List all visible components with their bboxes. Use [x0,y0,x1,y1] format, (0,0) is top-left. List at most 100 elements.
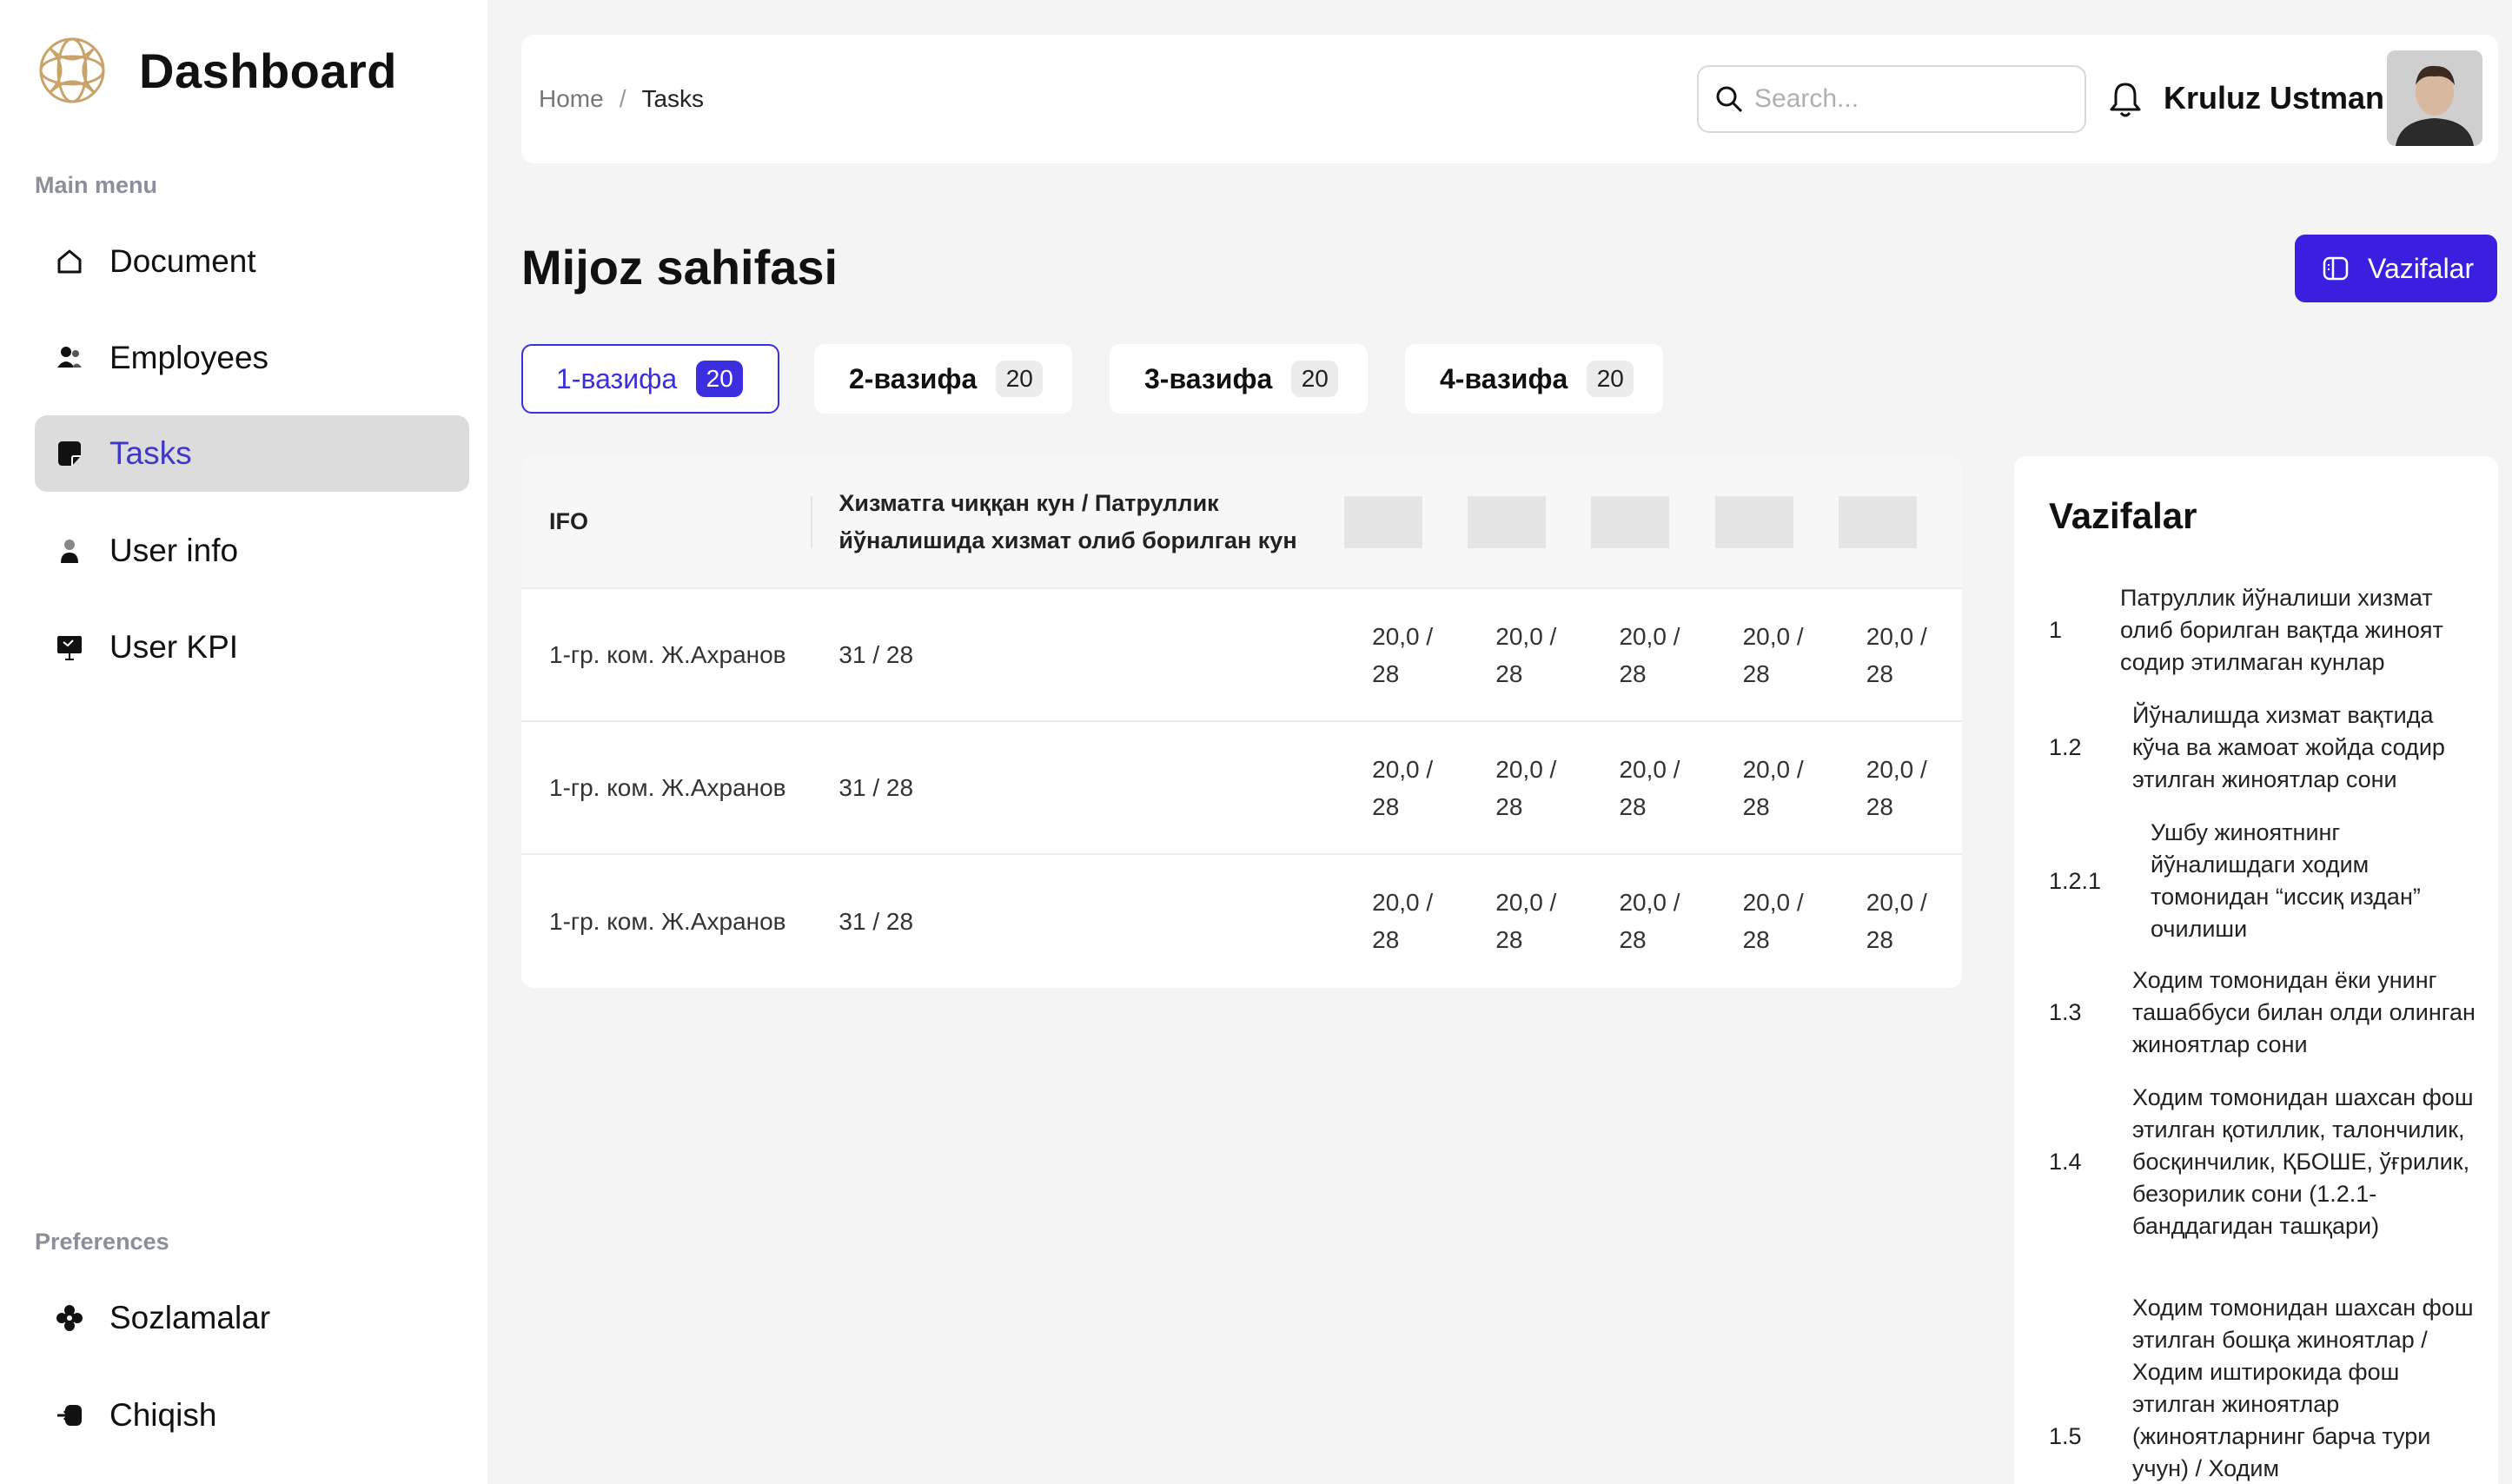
users-icon [54,342,85,374]
cell-value: 20,0 / 28 [1742,622,1804,687]
sidebar-item-chiqish[interactable]: Chiqish [35,1377,469,1454]
vazifalar-button[interactable]: Vazifalar [2295,235,2497,302]
column-header-1-1[interactable]: 1.1 [1344,456,1468,588]
topbar: Home / Tasks Kruluz Ustman [521,35,2498,163]
item-number: 1.2.1 [2049,867,2102,894]
search-input[interactable] [1754,84,2067,114]
column-divider [1714,496,1793,548]
tab-label: 1-вазифа [556,362,678,394]
panel-list-item: 1.2.1 Ушбу жиноятнинг йўналишдаги ходим … [2049,817,2483,945]
table-row[interactable]: 1-гр. ком. Ж.Ахранов 31 / 28 20,0 / 28 2… [521,854,1962,987]
sidebar-item-document[interactable]: Document [35,223,469,300]
cell-value: 20,0 / 28 [1495,889,1557,953]
item-text: Патруллик йўналиши хизмат олиб борилган … [2120,585,2443,675]
cell-value: 20,0 / 28 [1866,889,1927,953]
tab-count-badge: 20 [696,361,744,397]
tab-label: 2-вазифа [849,362,978,394]
tab-2-vazifa[interactable]: 2-вазифа 20 [814,344,1072,414]
sidebar-item-label: Chiqish [109,1397,217,1433]
sidebar-item-label: Document [109,243,256,279]
tab-3-vazifa[interactable]: 3-вазифа 20 [1110,344,1368,414]
item-number: 1.3 [2049,999,2082,1025]
tasks-icon [54,438,85,469]
column-header-1-2[interactable]: 1.2 [1468,456,1591,588]
sidebar-item-user-kpi[interactable]: User KPI [35,609,469,686]
cell-ifo: 1-гр. ком. Ж.Ахранов [549,774,786,801]
avatar[interactable] [2387,50,2482,146]
panel-title: Vazifalar [2049,495,2197,536]
tab-label: 3-вазифа [1144,362,1273,394]
cell-value: 20,0 / 28 [1372,622,1434,687]
cell-value: 20,0 / 28 [1866,755,1927,820]
breadcrumb-current: Tasks [641,85,705,112]
column-divider [811,496,813,548]
tab-label: 4-вазифа [1440,362,1568,394]
bell-icon[interactable] [2107,80,2144,120]
logout-icon [54,1400,85,1431]
main-menu-heading: Main menu [35,172,158,198]
sidebar-item-user-info[interactable]: User info [35,513,469,589]
sidebar-item-label: Sozlamalar [109,1300,271,1335]
tab-count-badge: 20 [1587,361,1634,397]
sidebar-item-label: Employees [109,340,269,375]
tasks-table-card: IFO Хизматга чиққан кун / Патруллик йўна… [521,456,1962,988]
sidebar-item-employees[interactable]: Employees [35,320,469,396]
table-row[interactable]: 1-гр. ком. Ж.Ахранов 31 / 28 20,0 / 28 2… [521,588,1962,721]
home-icon [54,246,85,277]
table-header-row: IFO Хизматга чиққан кун / Патруллик йўна… [521,456,1962,588]
cell-value: 20,0 / 28 [1619,755,1680,820]
column-header-label: Хизматга чиққан кун / Патруллик йўналиши… [838,489,1297,553]
cell-service-days: 31 / 28 [838,907,914,935]
cell-service-days: 31 / 28 [838,774,914,801]
panel-list-item: 1.4 Ходим томонидан шахсан фош этилган қ… [2049,1082,2483,1242]
tasks-table: IFO Хизматга чиққан кун / Патруллик йўна… [521,456,1962,987]
cell-value: 20,0 / 28 [1619,889,1680,953]
column-header-ifo[interactable]: IFO [521,456,811,588]
tab-1-vazifa[interactable]: 1-вазифа 20 [521,344,779,414]
column-divider [1591,496,1670,548]
item-number: 1 [2049,617,2063,643]
column-header-service-days[interactable]: Хизматга чиққан кун / Патруллик йўналиши… [811,456,1344,588]
gear-icon [54,1302,85,1334]
table-row[interactable]: 1-гр. ком. Ж.Ахранов 31 / 28 20,0 / 28 2… [521,721,1962,854]
user-name[interactable]: Kruluz Ustman [2164,80,2384,116]
sidebar: Dashboard Main menu Document Employees T… [0,0,487,1484]
sidebar-item-label: User info [109,533,239,568]
cell-value: 20,0 / 28 [1495,755,1557,820]
cell-value: 20,0 / 28 [1619,622,1680,687]
column-divider [1468,496,1547,548]
tab-count-badge: 20 [996,361,1044,397]
column-header-1-4[interactable]: 1.4 [1714,456,1839,588]
lotus-logo-icon [39,37,105,103]
page-title: Mijoz sahifasi [521,240,838,295]
cell-ifo: 1-гр. ком. Ж.Ахранов [549,641,786,668]
tab-count-badge: 20 [1291,361,1339,397]
sidebar-item-label: User KPI [109,629,239,665]
tab-4-vazifa[interactable]: 4-вазифа 20 [1405,344,1663,414]
column-header-1-3[interactable]: 1.3 [1591,456,1714,588]
presentation-icon [54,632,85,663]
cell-value: 20,0 / 28 [1866,622,1927,687]
column-header-1-5[interactable]: 1.5 [1838,456,1962,588]
panel-list-item: 1.5 Ходим томонидан шахсан фош этилган б… [2049,1292,2483,1484]
panel-list-item: 1 Патруллик йўналиши хизмат олиб борилга… [2049,582,2483,679]
brand[interactable]: Dashboard [35,33,397,108]
sidebar-item-sozlamalar[interactable]: Sozlamalar [35,1280,469,1356]
brand-title: Dashboard [139,43,397,98]
search-box[interactable] [1697,65,2086,133]
item-number: 1.2 [2049,734,2082,760]
cell-value: 20,0 / 28 [1742,755,1804,820]
sidebar-item-label: Tasks [109,435,192,471]
item-text: Йўналишда хизмат вақтида кўча ва жамоат … [2132,702,2445,792]
sidebar-item-tasks[interactable]: Tasks [35,415,469,492]
breadcrumb: Home / Tasks [539,85,704,113]
search-icon [1716,86,1743,113]
cell-value: 20,0 / 28 [1372,889,1434,953]
vazifalar-button-label: Vazifalar [2368,252,2475,284]
cell-service-days: 31 / 28 [838,641,914,668]
breadcrumb-separator: / [619,85,626,112]
item-text: Ходим томонидан шахсан фош этилган қотил… [2132,1084,2474,1239]
breadcrumb-home[interactable]: Home [539,85,604,113]
column-header-label: IFO [549,508,588,534]
column-divider [1838,496,1917,548]
